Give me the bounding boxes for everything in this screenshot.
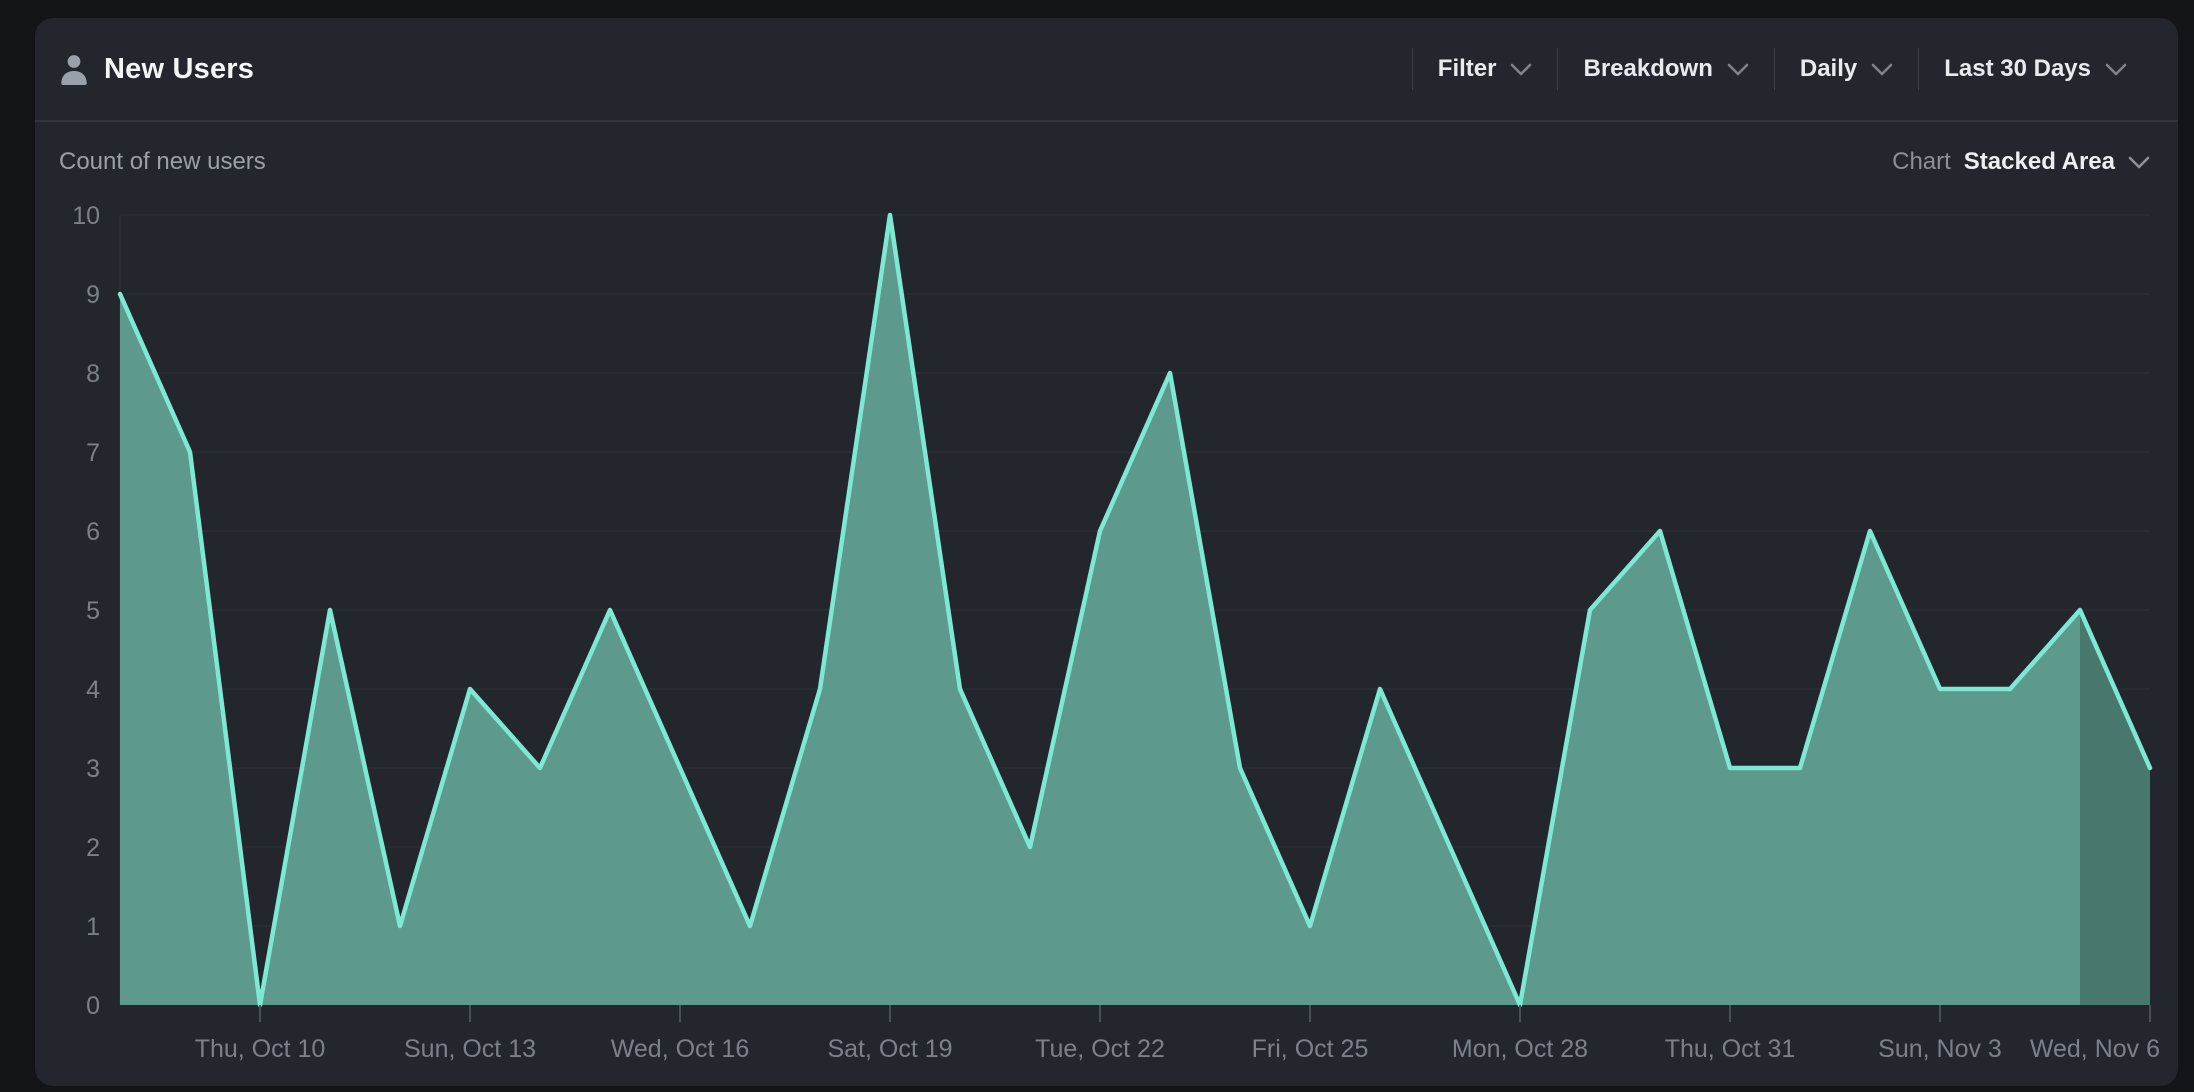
- filter-dropdown[interactable]: Filter: [1413, 55, 1558, 83]
- date-range-dropdown[interactable]: Last 30 Days: [1919, 55, 2152, 83]
- chart-subheader: Count of new users Chart Stacked Area: [35, 122, 2178, 176]
- date-range-label: Last 30 Days: [1944, 55, 2091, 83]
- widget-header: New Users Filter Breakdown Daily: [35, 18, 2178, 122]
- chevron-down-icon: [2105, 63, 2127, 76]
- page-title: New Users: [104, 53, 254, 86]
- breakdown-label: Breakdown: [1583, 55, 1712, 83]
- chevron-down-icon: [2128, 156, 2150, 169]
- new-users-widget: New Users Filter Breakdown Daily: [35, 18, 2178, 1086]
- chevron-down-icon: [1510, 63, 1532, 76]
- chevron-down-icon: [1871, 63, 1893, 76]
- chart-type-select[interactable]: Chart Stacked Area: [1892, 148, 2150, 176]
- interval-dropdown[interactable]: Daily: [1775, 55, 1918, 83]
- header-controls: Filter Breakdown Daily Las: [1412, 48, 2152, 90]
- chart-type-label: Chart: [1892, 148, 1951, 176]
- interval-label: Daily: [1800, 55, 1857, 83]
- chart-type-value: Stacked Area: [1964, 148, 2115, 176]
- metric-label: Count of new users: [59, 148, 266, 176]
- user-icon: [59, 53, 89, 86]
- title-group: New Users: [59, 53, 254, 86]
- chevron-down-icon: [1727, 63, 1749, 76]
- breakdown-dropdown[interactable]: Breakdown: [1558, 55, 1773, 83]
- filter-label: Filter: [1438, 55, 1497, 83]
